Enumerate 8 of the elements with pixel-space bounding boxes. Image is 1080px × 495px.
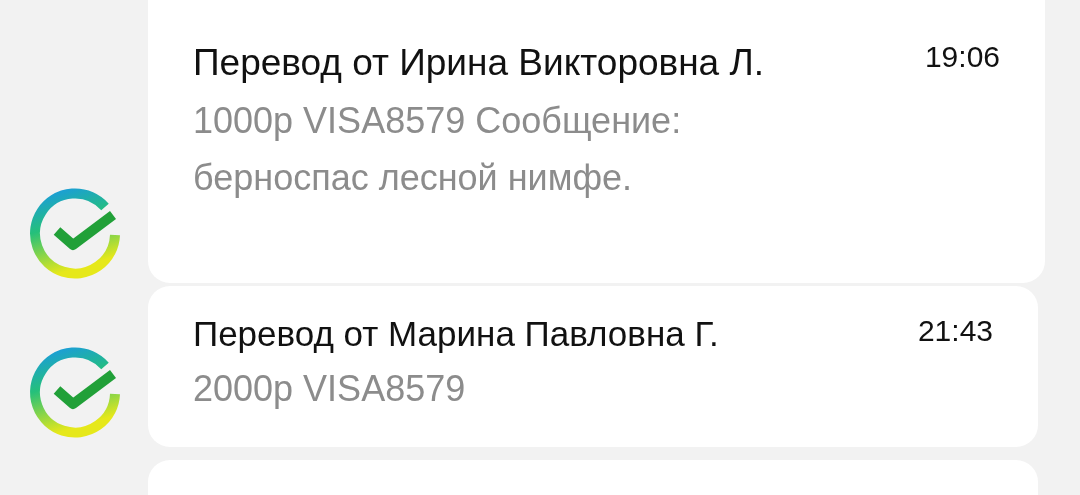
- message-text: 2000р VISA8579: [193, 367, 467, 411]
- message-text: 1000р VISA8579 Сообщение: берноспас лесной нимфе.: [193, 99, 683, 200]
- message-title: Перевод от Марина Павловна Г.: [193, 313, 719, 355]
- message-card[interactable]: Перевод от Ирина Викторовна Л. 19:06 1000р VISA8579 Сообщение: берноспас лесной нимфе.: [148, 0, 1045, 283]
- message-time: 19:06: [924, 40, 1000, 74]
- message-time: 21:43: [917, 314, 993, 348]
- message-title: Перевод от Ирина Викторовна Л.: [193, 41, 766, 85]
- message-card[interactable]: Перевод от Марина Павловна Г. 21:43 2000р VISA8579: [148, 286, 1038, 447]
